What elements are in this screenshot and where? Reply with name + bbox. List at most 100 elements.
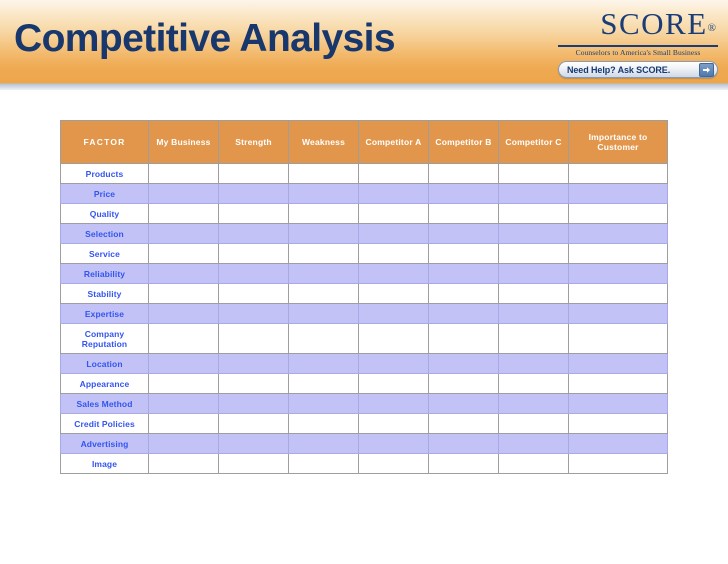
cell-my-business[interactable]	[148, 323, 219, 354]
cell-competitor-c[interactable]	[498, 203, 569, 224]
cell-my-business[interactable]	[148, 223, 219, 244]
cell-competitor-c[interactable]	[498, 393, 569, 414]
cell-importance-to-customer[interactable]	[568, 243, 668, 264]
cell-strength[interactable]	[218, 433, 289, 454]
cell-competitor-a[interactable]	[358, 353, 429, 374]
cell-importance-to-customer[interactable]	[568, 353, 668, 374]
cell-my-business[interactable]	[148, 413, 219, 434]
cell-competitor-c[interactable]	[498, 283, 569, 304]
cell-my-business[interactable]	[148, 353, 219, 374]
cell-competitor-a[interactable]	[358, 243, 429, 264]
cell-competitor-b[interactable]	[428, 353, 499, 374]
cell-strength[interactable]	[218, 413, 289, 434]
cell-importance-to-customer[interactable]	[568, 433, 668, 454]
cell-weakness[interactable]	[288, 433, 359, 454]
cell-weakness[interactable]	[288, 223, 359, 244]
cell-my-business[interactable]	[148, 183, 219, 204]
cell-competitor-c[interactable]	[498, 433, 569, 454]
cell-importance-to-customer[interactable]	[568, 453, 668, 474]
cell-competitor-c[interactable]	[498, 303, 569, 324]
cell-my-business[interactable]	[148, 453, 219, 474]
cell-my-business[interactable]	[148, 203, 219, 224]
cell-competitor-b[interactable]	[428, 303, 499, 324]
cell-strength[interactable]	[218, 203, 289, 224]
cell-importance-to-customer[interactable]	[568, 393, 668, 414]
cell-competitor-c[interactable]	[498, 183, 569, 204]
cell-weakness[interactable]	[288, 353, 359, 374]
cell-competitor-a[interactable]	[358, 453, 429, 474]
cell-strength[interactable]	[218, 353, 289, 374]
cell-competitor-a[interactable]	[358, 203, 429, 224]
cell-competitor-a[interactable]	[358, 223, 429, 244]
cell-competitor-c[interactable]	[498, 263, 569, 284]
cell-competitor-b[interactable]	[428, 243, 499, 264]
cell-importance-to-customer[interactable]	[568, 223, 668, 244]
cell-weakness[interactable]	[288, 323, 359, 354]
cell-strength[interactable]	[218, 223, 289, 244]
cell-competitor-b[interactable]	[428, 283, 499, 304]
cell-competitor-a[interactable]	[358, 393, 429, 414]
cell-my-business[interactable]	[148, 393, 219, 414]
cell-weakness[interactable]	[288, 203, 359, 224]
cell-competitor-a[interactable]	[358, 183, 429, 204]
cell-importance-to-customer[interactable]	[568, 283, 668, 304]
cell-competitor-b[interactable]	[428, 223, 499, 244]
cell-competitor-b[interactable]	[428, 413, 499, 434]
cell-strength[interactable]	[218, 243, 289, 264]
cell-competitor-b[interactable]	[428, 183, 499, 204]
cell-weakness[interactable]	[288, 413, 359, 434]
cell-my-business[interactable]	[148, 283, 219, 304]
cell-weakness[interactable]	[288, 303, 359, 324]
cell-competitor-b[interactable]	[428, 263, 499, 284]
cell-my-business[interactable]	[148, 303, 219, 324]
cell-weakness[interactable]	[288, 183, 359, 204]
cell-weakness[interactable]	[288, 283, 359, 304]
cell-weakness[interactable]	[288, 243, 359, 264]
cell-competitor-a[interactable]	[358, 373, 429, 394]
cell-weakness[interactable]	[288, 163, 359, 184]
cell-competitor-a[interactable]	[358, 163, 429, 184]
cell-my-business[interactable]	[148, 433, 219, 454]
cell-competitor-a[interactable]	[358, 263, 429, 284]
cell-strength[interactable]	[218, 323, 289, 354]
cell-strength[interactable]	[218, 393, 289, 414]
cell-weakness[interactable]	[288, 373, 359, 394]
cell-competitor-b[interactable]	[428, 323, 499, 354]
ask-score-button[interactable]: Need Help? Ask SCORE.	[558, 61, 718, 78]
cell-competitor-b[interactable]	[428, 433, 499, 454]
cell-importance-to-customer[interactable]	[568, 373, 668, 394]
cell-importance-to-customer[interactable]	[568, 263, 668, 284]
cell-importance-to-customer[interactable]	[568, 413, 668, 434]
cell-importance-to-customer[interactable]	[568, 163, 668, 184]
cell-competitor-c[interactable]	[498, 163, 569, 184]
cell-competitor-a[interactable]	[358, 283, 429, 304]
cell-importance-to-customer[interactable]	[568, 323, 668, 354]
cell-importance-to-customer[interactable]	[568, 303, 668, 324]
cell-competitor-b[interactable]	[428, 203, 499, 224]
cell-strength[interactable]	[218, 183, 289, 204]
cell-strength[interactable]	[218, 453, 289, 474]
cell-importance-to-customer[interactable]	[568, 203, 668, 224]
cell-competitor-c[interactable]	[498, 323, 569, 354]
cell-importance-to-customer[interactable]	[568, 183, 668, 204]
cell-competitor-a[interactable]	[358, 323, 429, 354]
cell-competitor-a[interactable]	[358, 303, 429, 324]
cell-competitor-b[interactable]	[428, 373, 499, 394]
cell-strength[interactable]	[218, 303, 289, 324]
cell-competitor-c[interactable]	[498, 223, 569, 244]
cell-competitor-a[interactable]	[358, 433, 429, 454]
cell-competitor-c[interactable]	[498, 413, 569, 434]
cell-my-business[interactable]	[148, 373, 219, 394]
cell-my-business[interactable]	[148, 243, 219, 264]
cell-competitor-b[interactable]	[428, 393, 499, 414]
cell-my-business[interactable]	[148, 163, 219, 184]
cell-competitor-c[interactable]	[498, 353, 569, 374]
cell-competitor-b[interactable]	[428, 453, 499, 474]
cell-strength[interactable]	[218, 283, 289, 304]
cell-my-business[interactable]	[148, 263, 219, 284]
cell-weakness[interactable]	[288, 393, 359, 414]
cell-competitor-c[interactable]	[498, 373, 569, 394]
cell-weakness[interactable]	[288, 453, 359, 474]
cell-strength[interactable]	[218, 373, 289, 394]
cell-strength[interactable]	[218, 263, 289, 284]
